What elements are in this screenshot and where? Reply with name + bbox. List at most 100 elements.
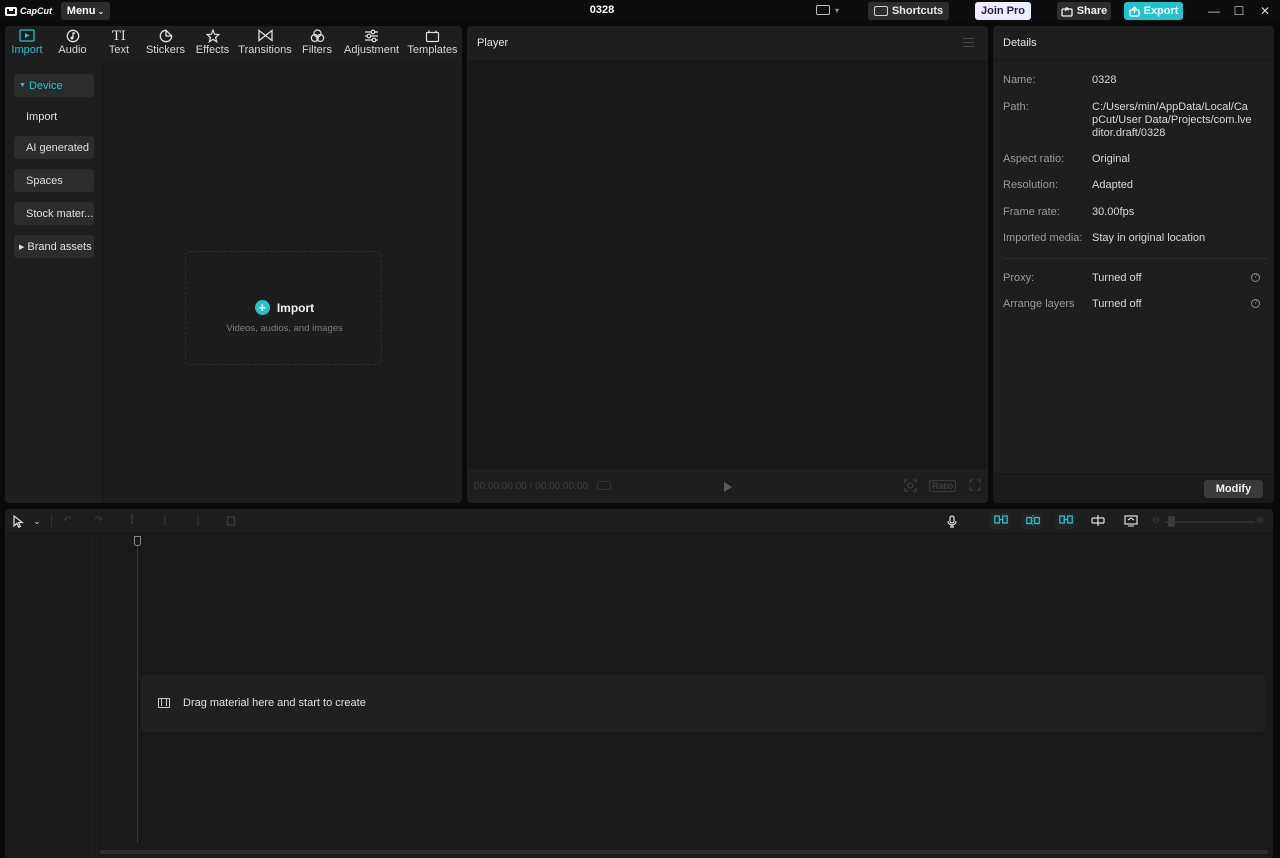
share-button[interactable]: Share: [1057, 2, 1111, 20]
import-subtitle: Videos, audios, and images: [226, 323, 343, 334]
preview-axis-icon[interactable]: [1124, 515, 1138, 527]
detail-label: Frame rate:: [1003, 206, 1060, 218]
tab-effects[interactable]: Effects: [189, 26, 236, 60]
link-clips-icon: [994, 515, 1008, 527]
tab-filters[interactable]: Filters: [294, 26, 340, 60]
tab-label: Effects: [195, 44, 230, 56]
detail-value: Stay in original location: [1092, 232, 1206, 244]
split-icon[interactable]: ⫿: [126, 515, 138, 527]
align-center-icon[interactable]: [1091, 515, 1105, 527]
player-controls: 00:00:00:00 / 00:00:00:00 Ratio: [467, 469, 988, 503]
app-name: CapCut: [20, 6, 52, 16]
sidebar-item-device[interactable]: ▼ Device: [14, 74, 94, 97]
text-icon: TI: [112, 29, 126, 44]
menu-button[interactable]: Menu ⌄: [61, 2, 110, 20]
tab-label: Import: [11, 44, 43, 56]
minimize-icon[interactable]: —: [1206, 3, 1222, 19]
tab-stickers[interactable]: Stickers: [142, 26, 189, 60]
media-content: + Import Videos, audios, and images: [104, 60, 462, 503]
import-title: Import: [276, 300, 315, 315]
detail-label: Name:: [1003, 74, 1036, 86]
tab-label: Templates: [407, 44, 458, 56]
delete-icon[interactable]: [225, 515, 237, 527]
tab-audio[interactable]: Audio: [49, 26, 96, 60]
stickers-icon: [159, 29, 173, 44]
redo-icon[interactable]: ↷: [93, 515, 105, 527]
plus-circle-icon: +: [254, 300, 270, 315]
select-cursor-icon[interactable]: [12, 514, 24, 529]
shortcuts-button[interactable]: Shortcuts: [868, 2, 949, 20]
sidebar-item-ai-generated[interactable]: AI generated: [14, 136, 94, 159]
zoom-out-icon[interactable]: ⊖: [1150, 515, 1162, 527]
zoom-slider-track[interactable]: [1165, 521, 1255, 523]
modify-button[interactable]: Modify: [1204, 480, 1263, 498]
split-left-icon[interactable]: [: [159, 515, 171, 527]
timecode-format-icon[interactable]: [596, 481, 611, 490]
ratio-button[interactable]: Ratio: [929, 480, 957, 492]
split-right-icon[interactable]: ]: [192, 515, 204, 527]
playhead-handle[interactable]: [134, 536, 141, 546]
timeline-drop-zone[interactable]: Drag material here and start to create: [141, 675, 1265, 732]
player-header: Player: [467, 26, 988, 60]
play-icon[interactable]: [724, 482, 732, 492]
detail-value: Original: [1092, 153, 1130, 165]
current-time: 00:00:00:00: [474, 481, 527, 492]
zoom-in-icon[interactable]: ⊕: [1254, 515, 1266, 527]
share-icon: [1061, 6, 1073, 17]
close-icon[interactable]: ✕: [1257, 3, 1273, 19]
timeline-scrollbar[interactable]: [100, 850, 1268, 854]
tab-adjustment[interactable]: Adjustment: [340, 26, 403, 60]
info-icon[interactable]: ?: [1251, 273, 1260, 282]
import-drop-area[interactable]: + Import Videos, audios, and images: [185, 251, 382, 365]
chevron-down-icon[interactable]: ⌄: [31, 515, 43, 527]
filters-icon: [310, 29, 325, 44]
zoom-slider-handle[interactable]: [1168, 516, 1175, 527]
menu-label: Menu: [66, 5, 96, 17]
join-pro-button[interactable]: Join Pro: [975, 2, 1031, 20]
fullscreen-icon[interactable]: [969, 479, 981, 492]
export-label: Export: [1143, 5, 1179, 17]
export-button[interactable]: Export: [1124, 2, 1183, 20]
linkage-icon: [1059, 515, 1073, 527]
tab-text[interactable]: TI Text: [96, 26, 142, 60]
effects-icon: [204, 28, 221, 44]
drop-hint: Drag material here and start to create: [158, 697, 366, 709]
info-icon[interactable]: ?: [1251, 299, 1260, 308]
triangle-down-icon: ▼: [19, 82, 26, 89]
sidebar-item-import[interactable]: Import: [14, 105, 94, 128]
sidebar-item-stock-material[interactable]: Stock mater...: [14, 202, 94, 225]
timecode: 00:00:00:00 / 00:00:00:00: [474, 481, 611, 492]
fit-screen-icon[interactable]: [904, 479, 917, 492]
detail-label: Proxy:: [1003, 272, 1035, 284]
tab-transitions[interactable]: Transitions: [236, 26, 294, 60]
keyboard-icon: [873, 6, 888, 16]
sidebar-item-label: Spaces: [26, 174, 63, 187]
detail-label: Imported media:: [1003, 232, 1083, 244]
detail-label: Path:: [1003, 101, 1029, 113]
microphone-icon[interactable]: [946, 515, 958, 528]
detail-value: Turned off: [1092, 272, 1142, 284]
undo-icon[interactable]: ↶: [61, 515, 73, 527]
media-tabs: Import Audio TI Text Stickers Effects Tr…: [5, 26, 462, 60]
hamburger-menu-icon[interactable]: [963, 38, 974, 47]
sidebar-item-spaces[interactable]: Spaces: [14, 169, 94, 192]
detail-label: Aspect ratio:: [1003, 153, 1065, 165]
tab-label: Filters: [302, 44, 332, 56]
layout-selector[interactable]: ▾: [816, 5, 839, 15]
sidebar-item-label: Stock mater...: [26, 207, 94, 220]
sidebar-item-label: Device: [28, 79, 63, 92]
sidebar-item-label: AI generated: [26, 141, 89, 154]
adjustment-icon: [364, 29, 379, 44]
import-action[interactable]: + Import: [186, 300, 383, 315]
detail-value: 0328: [1092, 74, 1117, 86]
media-panel: Import Audio TI Text Stickers Effects Tr…: [5, 26, 462, 503]
playhead-line[interactable]: [137, 543, 138, 843]
chevron-down-icon: ⌄: [97, 6, 105, 16]
sidebar-item-brand-assets[interactable]: ▶ Brand assets: [14, 235, 94, 258]
tab-import[interactable]: Import: [5, 26, 49, 60]
share-label: Share: [1076, 5, 1108, 17]
detail-value: Turned off: [1092, 298, 1142, 310]
tab-label: Stickers: [145, 44, 186, 56]
tab-templates[interactable]: Templates: [403, 26, 462, 60]
maximize-icon[interactable]: ☐: [1231, 3, 1247, 19]
